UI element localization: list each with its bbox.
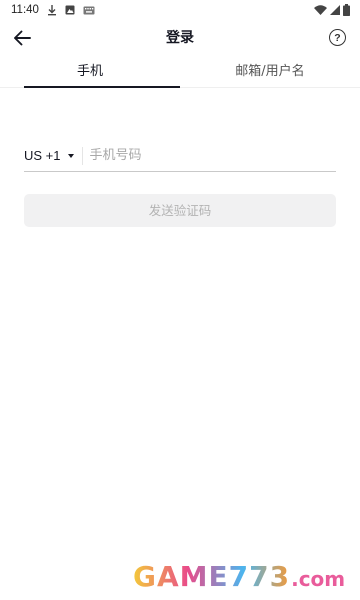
- phone-number-input[interactable]: [82, 148, 336, 163]
- send-code-button[interactable]: 发送验证码: [24, 194, 336, 227]
- nav-bar: 登录 ?: [0, 20, 360, 56]
- country-code-selector[interactable]: US +1: [24, 146, 83, 165]
- battery-icon: [343, 4, 350, 16]
- tab-email-username[interactable]: 邮箱/用户名: [180, 60, 360, 87]
- phone-row: US +1: [24, 140, 336, 172]
- signal-icon: [330, 5, 340, 15]
- watermark-main: GAME773: [133, 560, 291, 593]
- keyboard-icon: [83, 6, 95, 15]
- download-icon: [47, 4, 57, 16]
- page-title: 登录: [166, 30, 194, 46]
- watermark-logo: GAME773 .com: [133, 560, 346, 593]
- help-icon: ?: [334, 31, 341, 44]
- status-bar: 11:40: [0, 0, 360, 20]
- photo-icon: [65, 5, 75, 15]
- watermark-domain: .com: [291, 567, 346, 591]
- arrow-left-icon: [13, 30, 31, 46]
- login-method-tabs: 手机 邮箱/用户名: [0, 60, 360, 88]
- help-button[interactable]: ?: [329, 29, 346, 46]
- status-right: [314, 4, 350, 16]
- country-code-label: US +1: [24, 148, 61, 163]
- caret-down-icon: [67, 154, 74, 158]
- back-button[interactable]: [10, 26, 34, 50]
- status-time: 11:40: [11, 4, 39, 16]
- status-left: 11:40: [11, 4, 95, 16]
- tab-phone[interactable]: 手机: [0, 60, 180, 88]
- wifi-icon: [314, 5, 327, 15]
